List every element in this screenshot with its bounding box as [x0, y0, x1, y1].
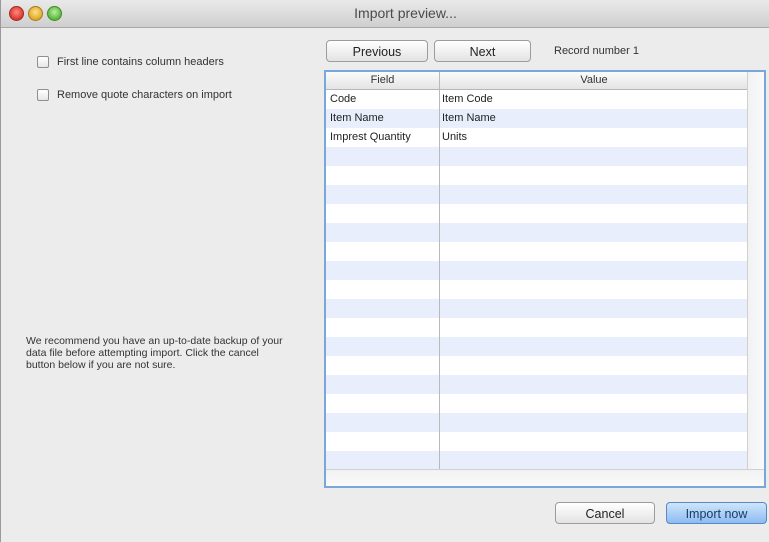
remove-quotes-option[interactable]: Remove quote characters on import	[37, 89, 232, 101]
title-bar: Import preview...	[1, 0, 769, 28]
table-row[interactable]	[326, 413, 748, 432]
first-line-headers-label: First line contains column headers	[57, 56, 224, 68]
preview-table[interactable]: Field Value Code Item Code Item Name Item N…	[324, 70, 766, 488]
cancel-button[interactable]: Cancel	[555, 502, 655, 524]
table-row[interactable]	[326, 204, 748, 223]
table-row[interactable]	[326, 337, 748, 356]
table-row[interactable]: Item Name Item Name	[326, 109, 748, 128]
table-row[interactable]	[326, 375, 748, 394]
import-preview-window: Import preview... First line contains co…	[0, 0, 769, 542]
column-divider	[439, 72, 440, 470]
table-row[interactable]	[326, 223, 748, 242]
field-cell: Item Name	[330, 112, 384, 124]
remove-quotes-checkbox[interactable]	[37, 89, 49, 101]
table-row[interactable]	[326, 242, 748, 261]
table-body: Code Item Code Item Name Item Name Imprest Q…	[326, 90, 748, 470]
first-line-headers-checkbox[interactable]	[37, 56, 49, 68]
table-row[interactable]	[326, 185, 748, 204]
value-cell: Item Code	[442, 93, 493, 105]
table-row[interactable]	[326, 147, 748, 166]
remove-quotes-label: Remove quote characters on import	[57, 89, 232, 101]
vertical-scrollbar[interactable]	[747, 72, 764, 470]
backup-warning-text: We recommend you have an up-to-date back…	[26, 335, 283, 371]
field-cell: Code	[330, 93, 357, 105]
table-row[interactable]	[326, 432, 748, 451]
column-header-field[interactable]: Field	[326, 74, 439, 86]
table-row[interactable]	[326, 318, 748, 337]
table-row[interactable]: Code Item Code	[326, 90, 748, 109]
table-row[interactable]	[326, 261, 748, 280]
value-cell: Units	[442, 131, 468, 143]
table-row[interactable]: Imprest Quantity Units	[326, 128, 748, 147]
first-line-headers-option[interactable]: First line contains column headers	[37, 56, 224, 68]
table-row[interactable]	[326, 394, 748, 413]
table-row[interactable]	[326, 299, 748, 318]
table-row[interactable]	[326, 280, 748, 299]
window-title: Import preview...	[354, 5, 457, 21]
import-now-button[interactable]: Import now	[666, 502, 767, 524]
previous-button[interactable]: Previous	[326, 40, 428, 62]
record-number: Record number 1	[554, 45, 639, 57]
column-header-value[interactable]: Value	[440, 74, 748, 86]
horizontal-scrollbar[interactable]	[326, 469, 764, 486]
table-row[interactable]	[326, 166, 748, 185]
next-button[interactable]: Next	[434, 40, 531, 62]
field-cell: Imprest Quantity	[330, 131, 411, 143]
value-cell: Item Name	[442, 112, 496, 124]
table-header: Field Value	[326, 72, 748, 90]
table-row[interactable]	[326, 356, 748, 375]
table-row[interactable]	[326, 451, 748, 470]
